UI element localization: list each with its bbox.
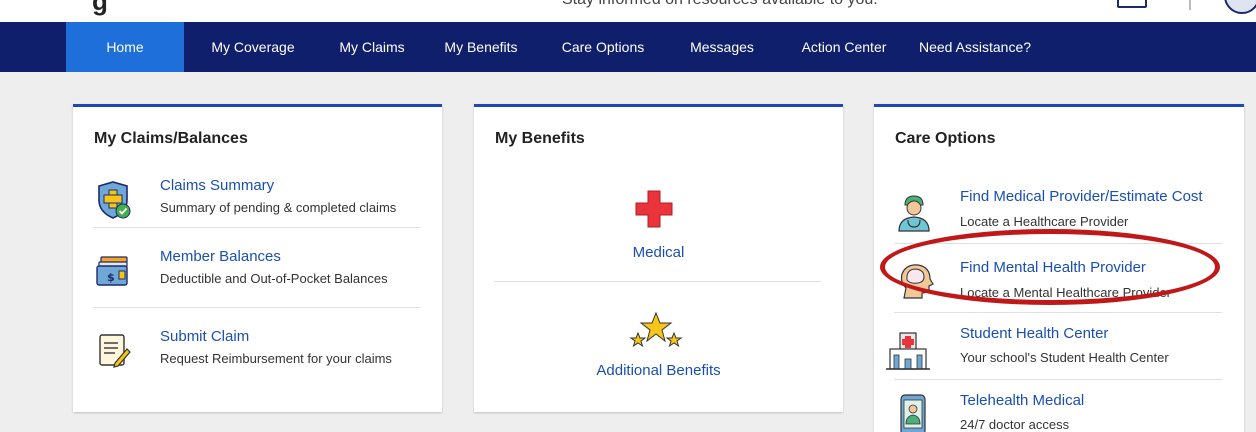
svg-text:$: $ — [107, 271, 115, 284]
nav-action-center[interactable]: Action Center — [778, 22, 910, 72]
submit-claim-link[interactable]: Submit Claim — [160, 328, 249, 345]
submit-claim-desc: Request Reimbursement for your claims — [160, 351, 392, 366]
mail-icon[interactable] — [1117, 0, 1147, 8]
find-mental-health-provider-desc: Locate a Mental Healthcare Provider — [960, 285, 1172, 300]
stars-icon[interactable] — [629, 311, 683, 356]
find-mental-health-provider-link[interactable]: Find Mental Health Provider — [960, 259, 1146, 276]
header-tagline: Stay informed on resources available to … — [562, 0, 878, 9]
nav-my-coverage[interactable]: My Coverage — [184, 22, 322, 72]
member-balances-item[interactable]: $ Member Balances Deductible and Out-of-… — [73, 248, 442, 308]
shield-check-icon — [93, 180, 133, 225]
divider — [93, 227, 420, 228]
student-health-center-desc: Your school's Student Health Center — [960, 350, 1169, 365]
main-nav: Home My Coverage My Claims My Benefits C… — [0, 22, 1256, 72]
find-medical-provider-item[interactable]: Find Medical Provider/Estimate Cost Loca… — [874, 185, 1244, 243]
doctor-icon — [894, 193, 934, 238]
care-card-title: Care Options — [895, 130, 996, 147]
divider — [894, 312, 1222, 313]
find-medical-provider-link[interactable]: Find Medical Provider/Estimate Cost — [960, 188, 1203, 205]
brand-logo: g — [92, 0, 108, 16]
nav-my-benefits[interactable]: My Benefits — [422, 22, 540, 72]
member-balances-desc: Deductible and Out-of-Pocket Balances — [160, 271, 388, 286]
submit-claim-item[interactable]: Submit Claim Request Reimbursement for y… — [73, 328, 442, 388]
additional-benefits-link[interactable]: Additional Benefits — [474, 362, 843, 379]
care-options-card: Care Options Find Medical Provider/Estim… — [874, 104, 1244, 432]
top-header: g Stay informed on resources available t… — [0, 0, 1256, 22]
telehealth-medical-link[interactable]: Telehealth Medical — [960, 392, 1084, 409]
telehealth-medical-desc: 24/7 doctor access — [960, 417, 1070, 432]
find-mental-health-provider-item[interactable]: Find Mental Health Provider Locate a Men… — [874, 256, 1244, 314]
student-health-center-item[interactable]: Student Health Center Your school's Stud… — [874, 323, 1244, 381]
nav-care-options[interactable]: Care Options — [540, 22, 666, 72]
claims-summary-desc: Summary of pending & completed claims — [160, 200, 397, 215]
divider — [93, 307, 420, 308]
benefits-card-title: My Benefits — [495, 130, 585, 147]
student-health-center-link[interactable]: Student Health Center — [960, 325, 1108, 342]
brain-head-icon — [896, 262, 936, 307]
divider — [894, 243, 1222, 244]
telehealth-medical-item[interactable]: Telehealth Medical 24/7 doctor access — [874, 390, 1244, 432]
nav-need-assistance[interactable]: Need Assistance? — [910, 22, 1040, 72]
nav-home[interactable]: Home — [66, 22, 184, 72]
claims-summary-item[interactable]: Claims Summary Summary of pending & comp… — [73, 177, 442, 237]
claims-card-title: My Claims/Balances — [94, 130, 248, 147]
medical-cross-icon[interactable] — [634, 189, 674, 234]
nav-my-claims[interactable]: My Claims — [322, 22, 422, 72]
avatar[interactable] — [1224, 0, 1256, 14]
document-pencil-icon — [93, 331, 133, 376]
member-balances-link[interactable]: Member Balances — [160, 248, 281, 265]
divider — [494, 281, 821, 282]
phone-doctor-icon — [898, 394, 928, 432]
claims-summary-link[interactable]: Claims Summary — [160, 177, 274, 194]
hospital-icon — [886, 331, 930, 376]
find-medical-provider-desc: Locate a Healthcare Provider — [960, 214, 1129, 229]
nav-messages[interactable]: Messages — [666, 22, 778, 72]
divider — [894, 379, 1222, 380]
header-divider — [1189, 0, 1191, 10]
medical-link[interactable]: Medical — [474, 244, 843, 261]
wallet-dollar-icon: $ — [93, 251, 133, 296]
claims-balances-card: My Claims/Balances Claims Summary Summar… — [73, 104, 442, 412]
my-benefits-card: My Benefits Medical Additional Benefits — [474, 104, 843, 412]
